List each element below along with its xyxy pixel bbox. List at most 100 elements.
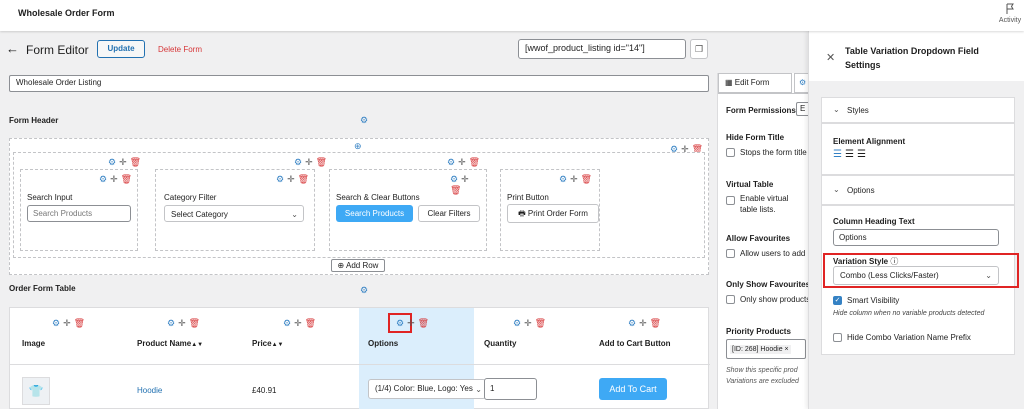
virtual-table-checkbox[interactable] (726, 196, 735, 205)
add-row-button[interactable]: ⊕ Add Row (331, 259, 385, 272)
move-icon[interactable]: ✛ (407, 318, 418, 328)
smart-visibility-checkbox[interactable]: ✓ (833, 296, 842, 305)
col-header-add-to-cart[interactable]: Add to Cart Button (599, 339, 671, 348)
col-header-image[interactable]: Image (22, 339, 45, 348)
permissions-select[interactable]: E (796, 102, 808, 116)
move-icon[interactable]: ✛ (178, 318, 189, 328)
trash-icon[interactable]: 🗑 (469, 157, 483, 167)
move-icon[interactable]: ✛ (287, 174, 298, 184)
only-favourites-checkbox[interactable] (726, 295, 735, 304)
form-name-input[interactable]: Wholesale Order Listing (9, 75, 709, 92)
trash-icon[interactable]: 🗑 (298, 174, 312, 184)
variation-select[interactable]: (1/4) Color: Blue, Logo: Yes ⌄ (368, 379, 486, 399)
back-arrow-icon[interactable]: ← (6, 41, 19, 56)
print-order-form-button[interactable]: 🖶 Print Order Form (507, 204, 599, 223)
move-icon[interactable]: ✛ (570, 174, 581, 184)
column-heading-input[interactable]: Options (833, 229, 999, 246)
smart-visibility-label: Smart Visibility (847, 296, 900, 305)
clear-filters-button[interactable]: Clear Filters (418, 205, 480, 222)
gear-icon[interactable]: ⚙ (513, 318, 524, 328)
trash-icon[interactable]: 🗑 (189, 318, 203, 328)
shortcode-field[interactable]: [wwof_product_listing id="14"] (518, 39, 686, 59)
add-to-cart-button[interactable]: Add To Cart (599, 378, 667, 400)
move-icon[interactable]: ✛ (639, 318, 650, 328)
form-header-area: ⊕ ⚙✛🗑 ⚙✛🗑 ⚙✛🗑 Search Input Search Produc… (9, 138, 709, 275)
trash-icon[interactable]: 🗑 (650, 318, 664, 328)
trash-icon[interactable]: 🗑 (121, 174, 135, 184)
table-settings-gear-icon[interactable]: ⚙ (360, 285, 368, 296)
allow-favourites-checkbox[interactable] (726, 249, 735, 258)
align-left-icon[interactable]: ☰ (833, 149, 845, 160)
block-actions: ⚙✛🗑 (559, 174, 595, 185)
category-select[interactable]: Select Category ⌄ (164, 205, 304, 222)
close-icon[interactable]: × (785, 346, 789, 353)
tab-edit-form[interactable]: ▦ Edit Form (718, 73, 792, 93)
options-section-toggle[interactable]: ⌄ Options (821, 175, 1015, 205)
trash-icon[interactable]: 🗑 (450, 185, 464, 195)
order-table-label: Order Form Table (9, 284, 76, 293)
flag-icon (1006, 3, 1014, 14)
gear-icon[interactable]: ⚙ (99, 174, 110, 184)
move-icon[interactable]: ✛ (119, 157, 130, 167)
tab-settings[interactable]: ⚙ (794, 73, 808, 93)
search-input[interactable]: Search Products (27, 205, 131, 222)
trash-icon[interactable]: 🗑 (305, 318, 319, 328)
print-button-block[interactable]: ⚙✛🗑 Print Button 🖶 Print Order Form (500, 169, 600, 251)
product-thumbnail[interactable]: 👕 (22, 377, 50, 405)
move-icon[interactable]: ✛ (63, 318, 74, 328)
gear-icon[interactable]: ⚙ (283, 318, 294, 328)
gear-icon[interactable]: ⚙ (559, 174, 570, 184)
gear-icon[interactable]: ⚙ (276, 174, 287, 184)
header-settings-gear-icon[interactable]: ⚙ (360, 115, 368, 126)
update-button[interactable]: Update (97, 40, 145, 58)
styles-section-toggle[interactable]: ⌄ Styles (821, 97, 1015, 123)
col-header-price[interactable]: Price▲▼ (252, 339, 283, 348)
category-filter-block[interactable]: ⚙✛🗑 Category Filter Select Category ⌄ (155, 169, 315, 251)
gear-icon[interactable]: ⚙ (167, 318, 178, 328)
heading-label: Column Heading Text (833, 217, 915, 226)
col-header-product-name[interactable]: Product Name▲▼ (137, 339, 203, 348)
trash-icon[interactable]: 🗑 (130, 157, 144, 167)
priority-products-field[interactable]: [ID: 268] Hoodie × (726, 339, 806, 359)
gear-icon[interactable]: ⚙ (108, 157, 119, 167)
product-name-link[interactable]: Hoodie (137, 386, 162, 395)
gear-icon[interactable]: ⚙ (52, 318, 63, 328)
hide-prefix-checkbox[interactable] (833, 333, 842, 342)
search-input-block[interactable]: ⚙✛🗑 Search Input Search Products (20, 169, 138, 251)
trash-icon[interactable]: 🗑 (74, 318, 88, 328)
add-row-label: Add Row (346, 261, 379, 270)
gear-icon[interactable]: ⚙ (447, 157, 458, 167)
search-products-button[interactable]: Search Products (336, 205, 413, 222)
col-header-quantity[interactable]: Quantity (484, 339, 516, 348)
quantity-input[interactable]: 1 (484, 378, 537, 400)
copy-shortcode-button[interactable]: ❐ (690, 39, 708, 59)
move-icon[interactable]: ✛ (458, 157, 469, 167)
styles-label: Styles (847, 106, 869, 115)
gear-icon[interactable]: ⚙ (450, 174, 461, 184)
trash-icon[interactable]: 🗑 (418, 318, 432, 328)
gear-icon[interactable]: ⚙ (396, 318, 407, 328)
move-icon[interactable]: ✛ (305, 157, 316, 167)
priority-tag[interactable]: [ID: 268] Hoodie × (730, 345, 791, 354)
activity-button[interactable]: Activity (996, 3, 1024, 24)
move-icon[interactable]: ✛ (294, 318, 305, 328)
trash-icon[interactable]: 🗑 (316, 157, 330, 167)
hide-title-checkbox[interactable] (726, 148, 735, 157)
align-right-icon[interactable]: ☰ (857, 149, 869, 160)
block-label: Search Input (27, 193, 73, 202)
add-section-plus-icon[interactable]: ⊕ (354, 141, 362, 152)
close-icon[interactable]: ✕ (826, 51, 835, 64)
delete-form-link[interactable]: Delete Form (158, 45, 202, 54)
col-header-options[interactable]: Options (368, 339, 398, 348)
trash-icon[interactable]: 🗑 (581, 174, 595, 184)
move-icon[interactable]: ✛ (461, 174, 472, 184)
move-icon[interactable]: ✛ (524, 318, 535, 328)
gear-icon[interactable]: ⚙ (294, 157, 305, 167)
trash-icon[interactable]: 🗑 (535, 318, 549, 328)
search-clear-block[interactable]: ⚙✛🗑 Search & Clear Buttons Search Produc… (329, 169, 487, 251)
align-center-icon[interactable]: ☰ (845, 149, 857, 160)
section-text: Allow users to add (740, 249, 806, 258)
gear-icon[interactable]: ⚙ (628, 318, 639, 328)
move-icon[interactable]: ✛ (110, 174, 121, 184)
block-actions: ⚙✛🗑 (450, 174, 486, 196)
